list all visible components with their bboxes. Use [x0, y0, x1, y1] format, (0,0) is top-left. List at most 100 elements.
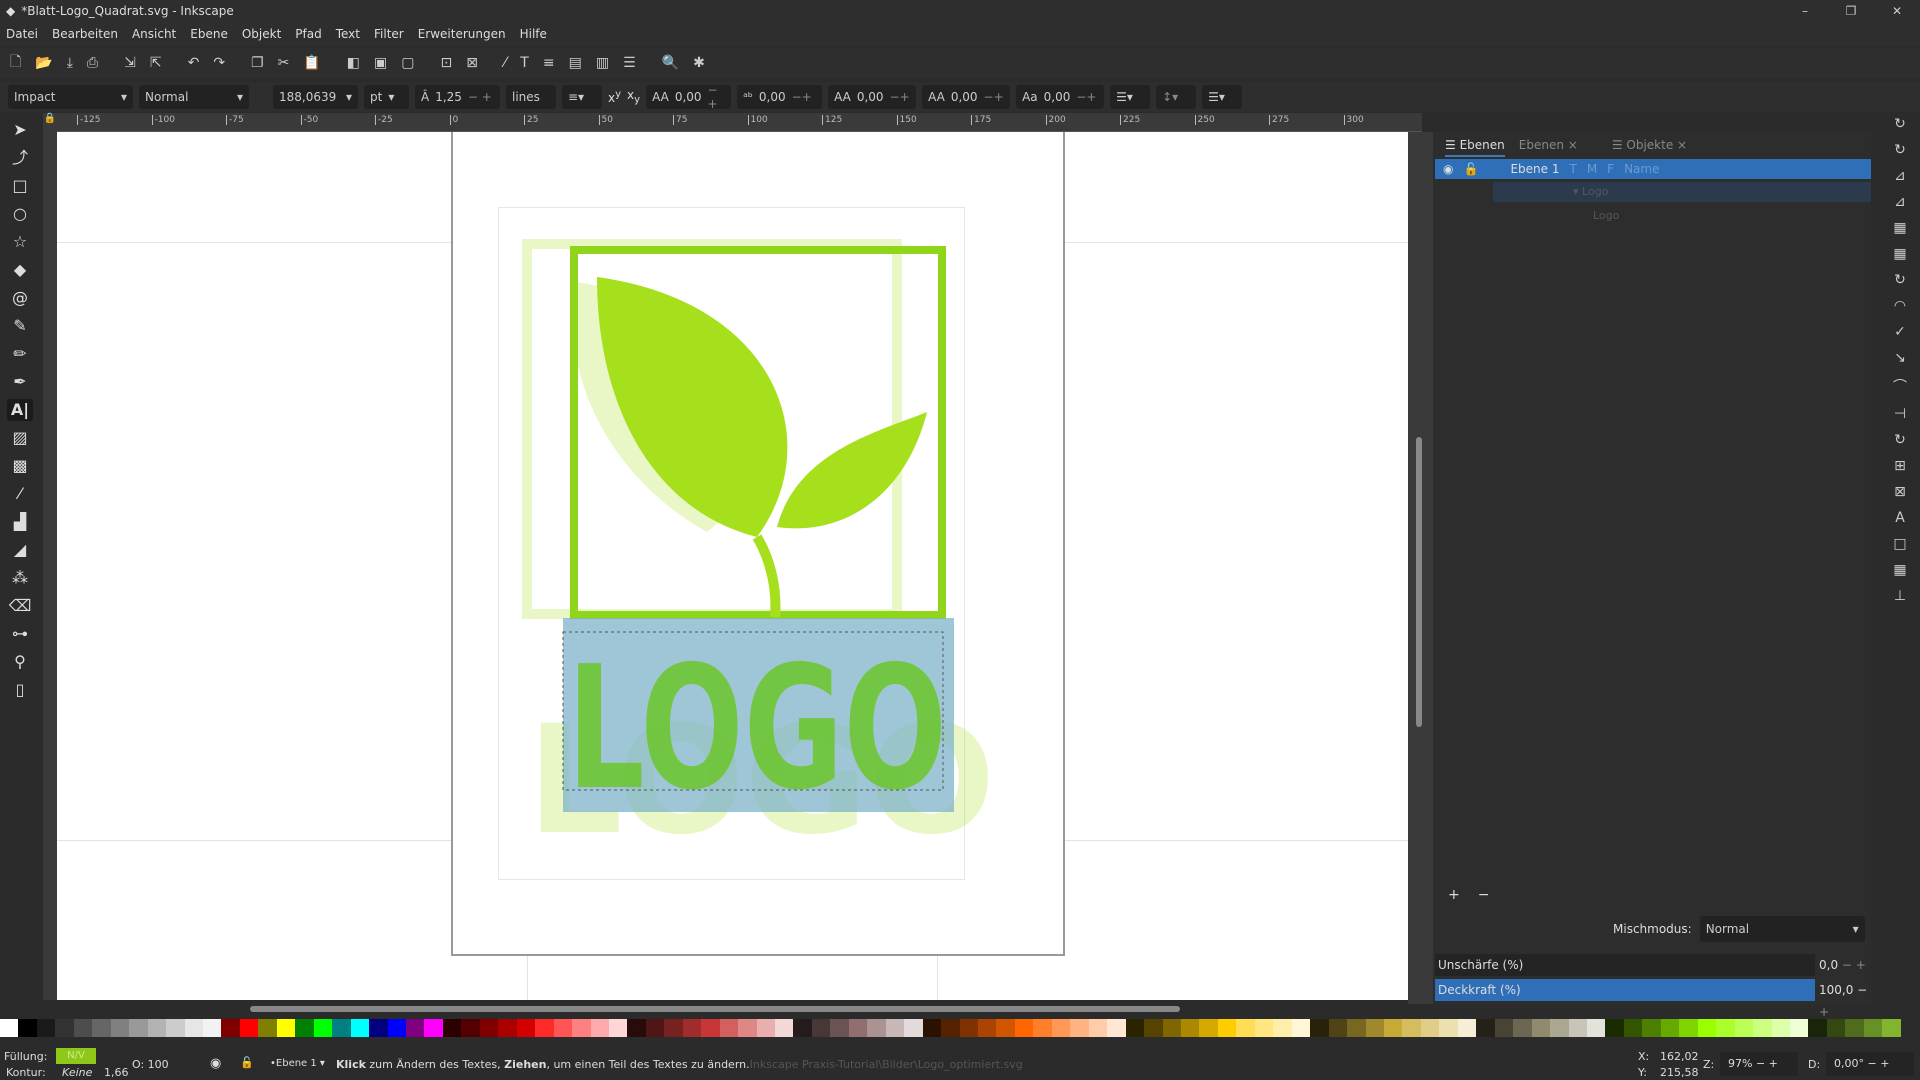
snap-option-icon[interactable]: ⊿	[1894, 168, 1906, 184]
color-swatch[interactable]	[793, 1019, 812, 1037]
color-swatch[interactable]	[941, 1019, 960, 1037]
snap-option-icon[interactable]: A	[1895, 510, 1905, 526]
text-tool-icon[interactable]: A|	[6, 399, 34, 421]
color-swatch[interactable]	[1310, 1019, 1329, 1037]
zoom-drawing-icon[interactable]: ⊠	[466, 55, 478, 71]
new-document-icon[interactable]: 🗋	[10, 51, 21, 75]
current-layer-select[interactable]: •Ebene 1 ▾	[270, 1058, 325, 1069]
color-swatch[interactable]	[1494, 1019, 1514, 1037]
cut-icon[interactable]: ✂	[278, 55, 290, 71]
opacity-field[interactable]: O: 100	[132, 1058, 169, 1071]
superscript-icon[interactable]: xy	[608, 89, 621, 105]
color-swatch[interactable]	[55, 1019, 74, 1037]
color-swatch[interactable]	[387, 1019, 406, 1037]
color-swatch[interactable]	[756, 1019, 776, 1037]
color-swatch[interactable]	[1753, 1019, 1772, 1037]
color-swatch[interactable]	[775, 1019, 794, 1037]
snap-option-icon[interactable]: ⊣	[1894, 406, 1906, 422]
color-swatch[interactable]	[1586, 1019, 1606, 1037]
color-swatch[interactable]	[811, 1019, 831, 1037]
color-swatch[interactable]	[830, 1019, 849, 1037]
connector-tool-icon[interactable]: ⊶	[12, 623, 28, 645]
color-swatch[interactable]	[1476, 1019, 1495, 1037]
color-swatch[interactable]	[498, 1019, 517, 1037]
stroke-width[interactable]: 1,66	[104, 1066, 129, 1079]
opacity-value-field[interactable]: 100,0 − +	[1819, 979, 1871, 1023]
pencil-tool-icon[interactable]: ✏	[13, 343, 26, 365]
color-swatch[interactable]	[1826, 1019, 1846, 1037]
undo-icon[interactable]: ↶	[188, 55, 200, 71]
color-swatch[interactable]	[1365, 1019, 1384, 1037]
snap-option-icon[interactable]: □	[1893, 536, 1906, 552]
drawing-canvas[interactable]: LOGO LOGO	[57, 132, 1408, 1000]
horizontal-ruler[interactable]: -125 -100 -75 -50 -25 0 25 50 75 100 125 150 175 200 2…	[57, 113, 1422, 132]
color-swatch[interactable]	[258, 1019, 277, 1037]
layer-visibility-icon[interactable]: ◉	[210, 1056, 221, 1071]
color-swatch[interactable]	[738, 1019, 757, 1037]
minimize-button[interactable]: –	[1782, 0, 1828, 22]
snap-option-icon[interactable]: ▦	[1893, 220, 1906, 236]
color-swatch[interactable]	[1771, 1019, 1790, 1037]
color-swatch[interactable]	[867, 1019, 886, 1037]
vertical-shift-field[interactable]: AA 0,00 −+	[922, 85, 1011, 109]
logo-artwork[interactable]: LOGO LOGO	[57, 132, 1408, 1000]
unit-select[interactable]: pt ▾	[364, 85, 409, 109]
snap-option-icon[interactable]: ↻	[1894, 272, 1906, 288]
snap-option-icon[interactable]: ✓	[1894, 324, 1906, 340]
color-swatch[interactable]	[535, 1019, 554, 1037]
layer-row[interactable]: ◉ 🔓 Ebene 1 T M F Name	[1435, 159, 1871, 179]
bezier-tool-icon[interactable]: ✎	[13, 315, 26, 337]
vertical-ruler[interactable]	[43, 132, 57, 1000]
color-swatch[interactable]	[479, 1019, 499, 1037]
color-swatch[interactable]	[18, 1019, 37, 1037]
color-swatch[interactable]	[1623, 1019, 1643, 1037]
color-swatch[interactable]	[885, 1019, 905, 1037]
color-swatch[interactable]	[0, 1019, 19, 1037]
star-tool-icon[interactable]: ☆	[13, 231, 27, 253]
stroke-indicator[interactable]: Keine	[62, 1066, 92, 1079]
visibility-eye-icon[interactable]: ◉	[1443, 162, 1453, 176]
layer-lock-icon[interactable]: 🔓	[240, 1056, 254, 1069]
print-icon[interactable]: ⎙	[87, 55, 98, 71]
tab-objekte[interactable]: ☰ Objekte ×	[1612, 138, 1687, 157]
vertical-scrollbar[interactable]	[1408, 132, 1433, 1004]
color-swatch[interactable]	[1789, 1019, 1809, 1037]
font-family-field[interactable]: Impact ▾	[8, 85, 133, 109]
color-swatch[interactable]	[608, 1019, 628, 1037]
paint-bucket-tool-icon[interactable]: ▟	[14, 511, 26, 533]
zoom-selection-icon[interactable]: ⊡	[440, 55, 452, 71]
node-tool-icon[interactable]: ⤴	[12, 147, 28, 169]
snap-option-icon[interactable]: ▦	[1893, 246, 1906, 262]
import-icon[interactable]: ⇲	[124, 55, 136, 71]
color-swatch[interactable]	[1199, 1019, 1218, 1037]
blur-slider[interactable]: Unschärfe (%)	[1435, 954, 1815, 976]
color-swatch[interactable]	[1033, 1019, 1052, 1037]
maximize-button[interactable]: ❐	[1828, 0, 1874, 22]
color-swatch[interactable]	[1181, 1019, 1200, 1037]
add-layer-button[interactable]: +	[1448, 887, 1460, 903]
save-icon[interactable]: ⤓	[67, 55, 73, 71]
blend-mode-select[interactable]: Normal ▾	[1699, 916, 1865, 942]
menu-erweiterungen[interactable]: Erweiterungen	[418, 27, 506, 41]
group-icon[interactable]: ▣	[374, 55, 387, 71]
color-swatch[interactable]	[166, 1019, 185, 1037]
layers-icon[interactable]: ▥	[596, 55, 609, 71]
tab-ebenen[interactable]: ☰ Ebenen	[1445, 138, 1505, 157]
snap-option-icon[interactable]: ⊥	[1894, 588, 1906, 604]
color-swatch[interactable]	[1457, 1019, 1477, 1037]
menu-datei[interactable]: Datei	[6, 27, 38, 41]
text-orientation-select[interactable]: ↕▾	[1156, 85, 1197, 109]
color-swatch[interactable]	[1845, 1019, 1864, 1037]
color-swatch[interactable]	[1605, 1019, 1624, 1037]
menu-ebene[interactable]: Ebene	[190, 27, 228, 41]
line-unit-select[interactable]: lines	[506, 85, 556, 109]
snap-option-icon[interactable]: ▦	[1893, 562, 1906, 578]
menu-bearbeiten[interactable]: Bearbeiten	[52, 27, 118, 41]
spray-tool-icon[interactable]: ⁂	[12, 567, 28, 589]
color-swatch[interactable]	[627, 1019, 646, 1037]
color-swatch[interactable]	[922, 1019, 942, 1037]
color-swatch[interactable]	[1697, 1019, 1717, 1037]
color-swatch[interactable]	[1125, 1019, 1145, 1037]
color-swatch[interactable]	[1347, 1019, 1366, 1037]
color-swatch[interactable]	[1550, 1019, 1569, 1037]
